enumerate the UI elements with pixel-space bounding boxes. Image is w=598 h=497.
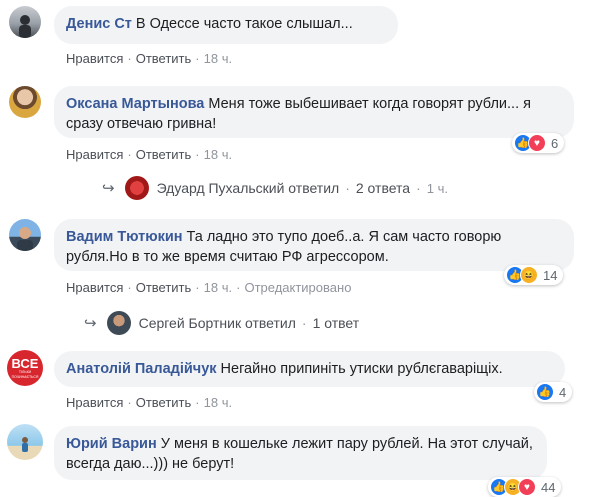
timestamp[interactable]: 18 ч. xyxy=(204,395,232,410)
avatar xyxy=(106,311,131,335)
separator-dot: · xyxy=(195,147,200,162)
avatar xyxy=(124,176,149,200)
reactions-badge[interactable]: 👍 😆 ♥ 44 xyxy=(488,477,562,497)
reply-count: 1 ответ xyxy=(312,315,360,331)
like-link[interactable]: Нравится xyxy=(66,147,123,162)
comment-actions: Нравится · Ответить · 18 ч. xyxy=(66,395,232,410)
timestamp[interactable]: 18 ч. xyxy=(204,51,232,66)
replies-link[interactable]: ↪ Эдуард Пухальский ответил · 2 ответа ·… xyxy=(102,176,448,200)
love-reaction-icon: ♥ xyxy=(518,478,536,496)
reply-link[interactable]: Ответить xyxy=(136,51,192,66)
like-link[interactable]: Нравится xyxy=(66,51,123,66)
separator-dot: · xyxy=(127,280,132,295)
timestamp: 1 ч. xyxy=(426,180,448,196)
comment-text: В Одессе часто такое слышал... xyxy=(135,16,353,32)
person-icon xyxy=(17,227,33,251)
comment-bubble: Оксана Мартынова Меня тоже выбешивает ког… xyxy=(54,86,574,138)
timestamp[interactable]: 18 ч. xyxy=(204,147,232,162)
comment-actions: Нравится · Ответить · 18 ч. xyxy=(66,147,232,162)
reply-link[interactable]: Ответить xyxy=(136,280,192,295)
comment-bubble: Юрий Варин У меня в кошельке лежит пару р… xyxy=(54,426,547,480)
reply-author-text: Сергей Бортник ответил xyxy=(138,315,296,331)
reply-link[interactable]: Ответить xyxy=(136,147,192,162)
reply-author-text: Эдуард Пухальский ответил xyxy=(156,180,340,196)
reaction-count: 14 xyxy=(543,267,558,283)
separator-dot: · xyxy=(345,180,350,196)
comment-text: Негайно припиніть утиски рублєгаваріщіх. xyxy=(220,361,503,377)
comment-actions: Нравится · Ответить · 18 ч. · Отредактировано xyxy=(66,280,351,295)
avatar[interactable] xyxy=(7,424,43,460)
like-link[interactable]: Нравится xyxy=(66,280,123,295)
comment-author[interactable]: Анатолій Паладійчук xyxy=(66,361,217,377)
avatar[interactable] xyxy=(9,86,41,118)
avatar-logo-text: ВСЕ xyxy=(11,355,39,371)
separator-dot: · xyxy=(195,280,200,295)
like-link[interactable]: Нравится xyxy=(66,395,123,410)
separator-dot: · xyxy=(416,180,421,196)
haha-reaction-icon: 😆 xyxy=(520,266,538,284)
replies-link[interactable]: ↪ Сергей Бортник ответил · 1 ответ xyxy=(84,311,359,335)
person-silhouette-icon xyxy=(19,15,31,38)
timestamp[interactable]: 18 ч. xyxy=(204,280,232,295)
like-reaction-icon: 👍 xyxy=(536,383,554,401)
reaction-count: 4 xyxy=(559,384,567,400)
person-icon xyxy=(22,437,28,452)
avatar[interactable] xyxy=(9,6,41,38)
comment-author[interactable]: Вадим Тютюкин xyxy=(66,229,183,245)
comment-bubble: Вадим Тютюкин Та ладно это тупо доеб..а. … xyxy=(54,219,574,271)
separator-dot: · xyxy=(195,51,200,66)
comment-author[interactable]: Юрий Варин xyxy=(66,436,157,452)
separator-dot: · xyxy=(127,51,132,66)
reply-link[interactable]: Ответить xyxy=(136,395,192,410)
comment-author[interactable]: Оксана Мартынова xyxy=(66,96,204,112)
separator-dot: · xyxy=(301,315,307,331)
reaction-count: 6 xyxy=(551,135,559,151)
reaction-count: 44 xyxy=(541,479,556,495)
separator-dot: · xyxy=(195,395,200,410)
comment-bubble: Анатолій Паладійчук Негайно припиніть ути… xyxy=(54,351,565,387)
reply-arrow-icon: ↪ xyxy=(102,180,115,197)
separator-dot: · xyxy=(127,147,132,162)
comment-author[interactable]: Денис Ст xyxy=(66,16,132,32)
comment-actions: Нравится · Ответить · 18 ч. xyxy=(66,51,232,66)
avatar[interactable]: ВСЕ ТІЛЬКИ ПОЧИНАЄТЬСЯ xyxy=(7,350,43,386)
love-reaction-icon: ♥ xyxy=(528,134,546,152)
avatar-logo-subtext: ТІЛЬКИ ПОЧИНАЄТЬСЯ xyxy=(11,369,39,379)
reactions-badge[interactable]: 👍 4 xyxy=(534,382,573,402)
reactions-badge[interactable]: 👍 😆 14 xyxy=(504,265,564,285)
separator-dot: · xyxy=(127,395,132,410)
reply-arrow-icon: ↪ xyxy=(84,315,97,332)
separator-dot: · xyxy=(236,280,241,295)
reactions-badge[interactable]: 👍 ♥ 6 xyxy=(512,133,565,153)
comment-bubble: Денис Ст В Одессе часто такое слышал... xyxy=(54,6,398,44)
reply-count: 2 ответа xyxy=(355,180,411,196)
edited-label[interactable]: Отредактировано xyxy=(244,280,351,295)
avatar[interactable] xyxy=(9,219,41,251)
